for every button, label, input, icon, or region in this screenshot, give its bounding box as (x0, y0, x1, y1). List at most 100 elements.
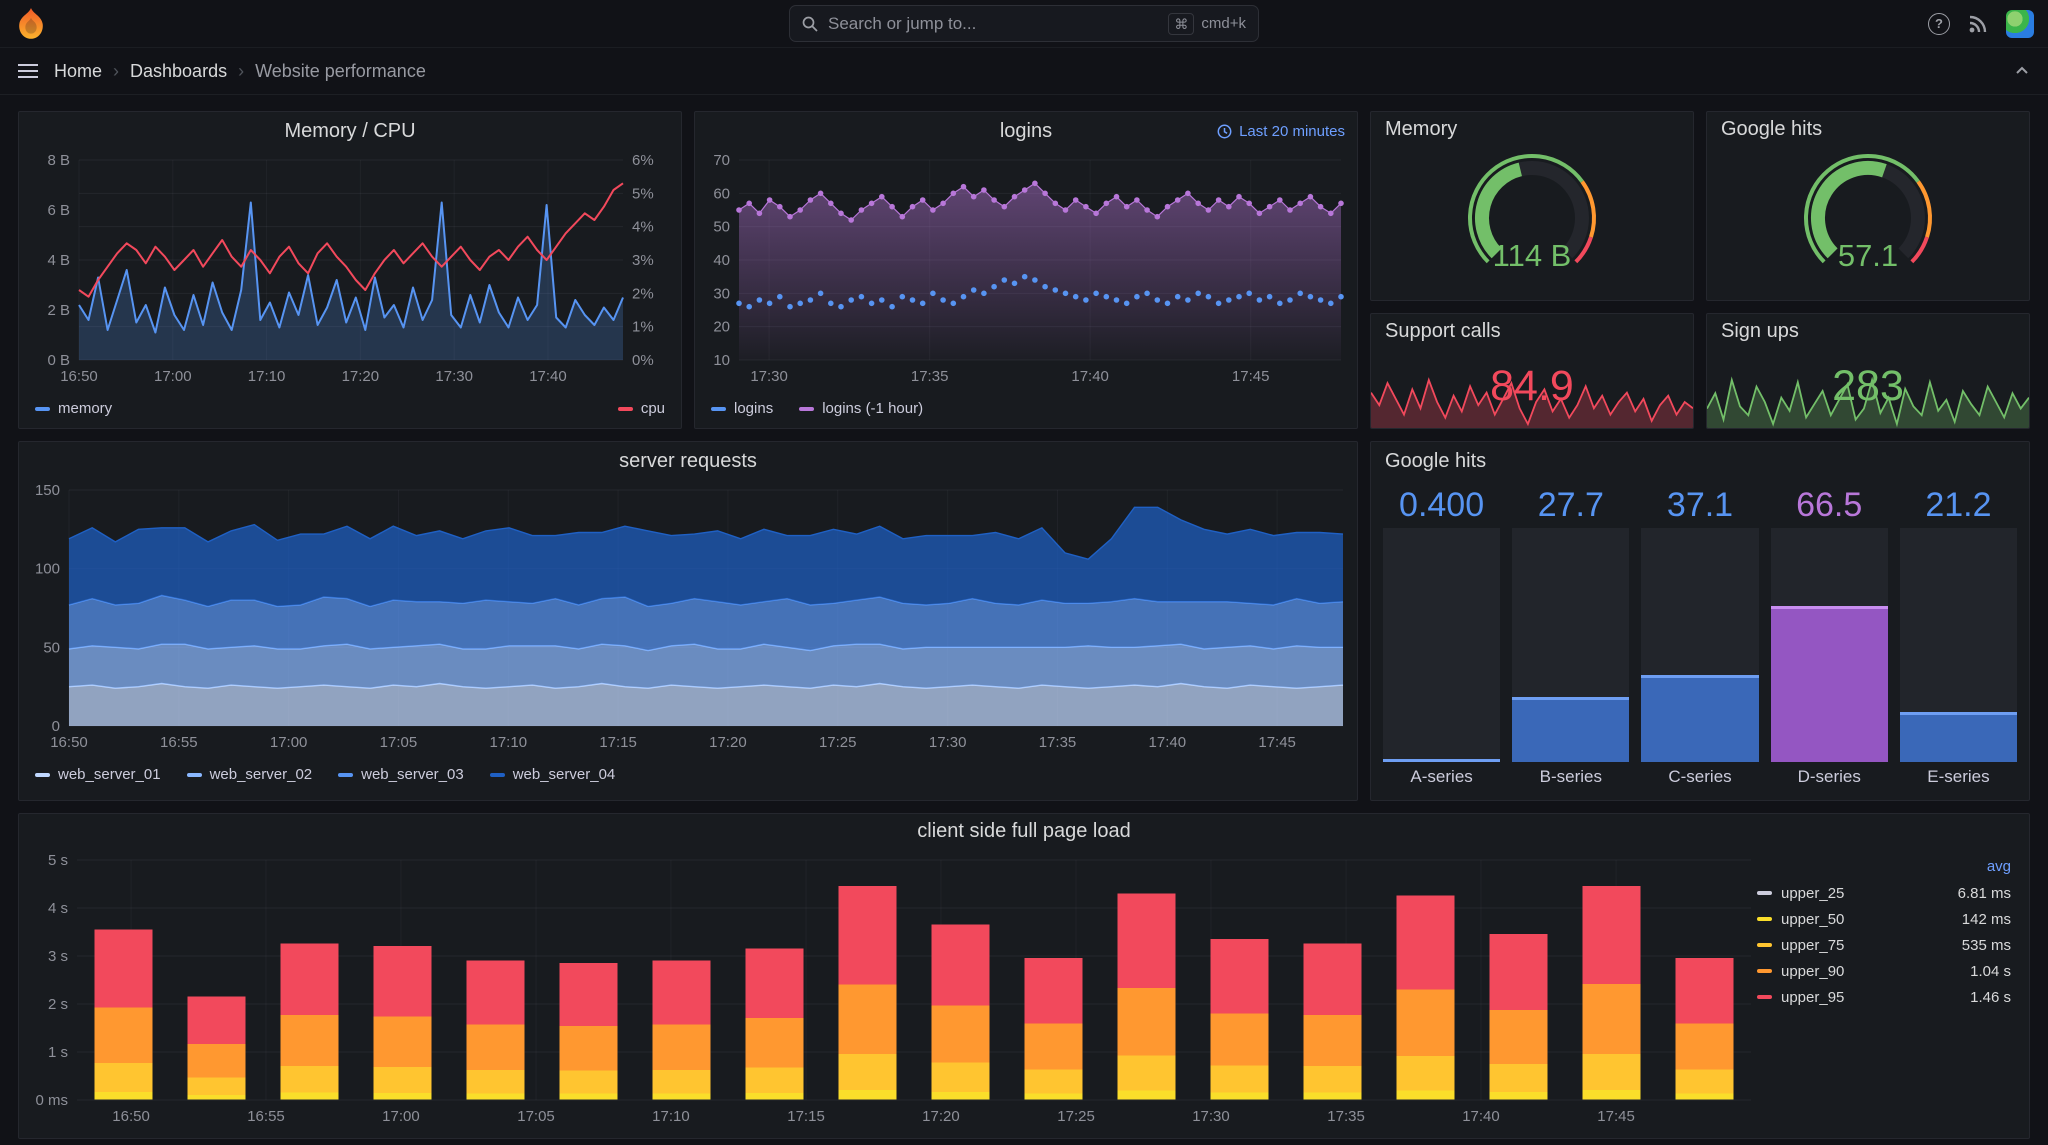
svg-text:17:30: 17:30 (750, 368, 788, 385)
rss-icon[interactable] (1968, 14, 1988, 34)
legend-item-upper_75[interactable]: upper_75 535 ms (1757, 932, 2011, 958)
svg-text:17:05: 17:05 (380, 734, 418, 751)
svg-text:17:35: 17:35 (911, 368, 949, 385)
bar-gauge-e-series[interactable]: 21.2E-series (1900, 482, 2017, 792)
breadcrumb-dashboards[interactable]: Dashboards (130, 61, 227, 82)
logins-legend: logins logins (-1 hour) (695, 390, 1357, 426)
legend-series-name: upper_75 (1781, 937, 1844, 954)
legend-item-upper_95[interactable]: upper_951.46 s (1757, 984, 2011, 1010)
panel-title-support-calls[interactable]: Support calls (1385, 320, 1501, 343)
legend-swatch (35, 407, 50, 411)
bar-gauge-a-series[interactable]: 0.400A-series (1383, 482, 1500, 792)
legend-item-upper_50[interactable]: upper_50142 ms (1757, 906, 2011, 932)
menu-toggle-icon[interactable] (18, 64, 38, 78)
bar-gauge-label: A-series (1383, 762, 1500, 792)
memory-cpu-chart[interactable]: 16:5017:0017:1017:2017:3017:400 B2 B4 B6… (19, 150, 681, 390)
bar-gauge-label: D-series (1771, 762, 1888, 792)
breadcrumb-separator: › (113, 61, 119, 82)
caret-up-icon[interactable] (2014, 63, 2030, 79)
grafana-logo[interactable] (14, 6, 48, 42)
panel-title-server-requests[interactable]: server requests (619, 450, 757, 473)
svg-text:150: 150 (35, 482, 60, 499)
bar-gauge-value: 27.7 (1512, 482, 1629, 528)
bar-gauge-d-series[interactable]: 66.5 D-series (1771, 482, 1888, 792)
panel-title-google-hits-bars[interactable]: Google hits (1385, 450, 1486, 473)
legend-swatch (1757, 891, 1772, 895)
legend-swatch (1757, 943, 1772, 947)
legend-item-upper_90[interactable]: upper_901.04 s (1757, 958, 2011, 984)
svg-text:20: 20 (713, 319, 730, 336)
svg-text:17:45: 17:45 (1258, 734, 1296, 751)
bar-gauge-value: 37.1 (1641, 482, 1758, 528)
svg-text:70: 70 (713, 152, 730, 169)
legend-swatch (490, 773, 505, 777)
panel-memory-gauge: Memory 114 B (1370, 111, 1694, 301)
svg-text:60: 60 (713, 185, 730, 202)
legend-item-web-server-02[interactable]: web_server_02 (187, 766, 313, 783)
svg-text:17:30: 17:30 (435, 368, 473, 385)
svg-text:4 s: 4 s (48, 900, 68, 917)
svg-text:0 B: 0 B (47, 352, 70, 369)
svg-text:10: 10 (713, 352, 730, 369)
legend-swatch (1757, 969, 1772, 973)
legend-swatch (1757, 917, 1772, 921)
grafana-flame-icon (16, 8, 46, 40)
svg-text:3%: 3% (632, 252, 654, 269)
svg-text:17:30: 17:30 (1192, 1108, 1230, 1125)
google-hits-bar-gauge: 0.400A-series27.7B-series37.1C-series66.… (1371, 480, 2029, 800)
svg-text:16:55: 16:55 (247, 1108, 285, 1125)
panel-title-google-hits[interactable]: Google hits (1721, 118, 1822, 141)
legend-item-web-server-01[interactable]: web_server_01 (35, 766, 161, 783)
svg-text:17:35: 17:35 (1327, 1108, 1365, 1125)
panel-title-logins[interactable]: logins (1000, 120, 1052, 143)
svg-text:0%: 0% (632, 352, 654, 369)
legend-item-web-server-04[interactable]: web_server_04 (490, 766, 616, 783)
breadcrumb-home[interactable]: Home (54, 61, 102, 82)
command-key-icon: ⌘ (1168, 13, 1194, 35)
svg-text:30: 30 (713, 285, 730, 302)
bar-gauge-b-series[interactable]: 27.7B-series (1512, 482, 1629, 792)
panel-title-client-load[interactable]: client side full page load (917, 820, 1130, 843)
legend-item-memory[interactable]: memory (35, 400, 112, 417)
panel-title-memory-cpu[interactable]: Memory / CPU (284, 120, 415, 143)
server-requests-chart[interactable]: 16:5016:5517:0017:0517:1017:1517:2017:25… (19, 480, 1357, 756)
svg-text:17:15: 17:15 (787, 1108, 825, 1125)
user-avatar[interactable] (2006, 10, 2034, 38)
shortcut-label: cmd+k (1201, 15, 1246, 32)
svg-text:2 s: 2 s (48, 996, 68, 1013)
legend-item-web-server-03[interactable]: web_server_03 (338, 766, 464, 783)
legend-item-upper_25[interactable]: upper_256.81 ms (1757, 880, 2011, 906)
bar-gauge-track (1771, 528, 1888, 762)
bar-gauge-c-series[interactable]: 37.1C-series (1641, 482, 1758, 792)
svg-text:6 B: 6 B (47, 202, 70, 219)
logins-chart[interactable]: 17:3017:3517:4017:4510203040506070 (695, 150, 1357, 390)
panel-title-memory[interactable]: Memory (1385, 118, 1457, 141)
svg-text:4 B: 4 B (47, 252, 70, 269)
panel-title-sign-ups[interactable]: Sign ups (1721, 320, 1799, 343)
svg-text:50: 50 (43, 639, 60, 656)
legend-avg-value: 535 ms (1962, 937, 2011, 954)
bar-gauge-fill (1383, 759, 1500, 762)
top-bar: Search or jump to... ⌘ cmd+k ? (0, 0, 2048, 48)
legend-swatch (711, 407, 726, 411)
svg-text:16:55: 16:55 (160, 734, 198, 751)
help-icon[interactable]: ? (1928, 13, 1950, 35)
panel-sign-ups: Sign ups 283 (1706, 313, 2030, 429)
svg-text:17:40: 17:40 (1149, 734, 1187, 751)
svg-text:50: 50 (713, 219, 730, 236)
legend-series-name: upper_50 (1781, 911, 1844, 928)
svg-text:16:50: 16:50 (112, 1108, 150, 1125)
legend-item-cpu[interactable]: cpu (618, 400, 665, 417)
svg-text:6%: 6% (632, 152, 654, 169)
search-input[interactable]: Search or jump to... ⌘ cmd+k (789, 5, 1259, 42)
bar-gauge-value: 66.5 (1771, 482, 1888, 528)
time-range-label: Last 20 minutes (1239, 123, 1345, 140)
svg-text:0: 0 (52, 718, 60, 735)
legend-item-logins-1-hour-[interactable]: logins (-1 hour) (799, 400, 923, 417)
legend-item-logins[interactable]: logins (711, 400, 773, 417)
bar-gauge-fill (1900, 712, 2017, 762)
client-load-chart[interactable]: 16:5016:5517:0017:0517:1017:1517:2017:25… (19, 848, 1757, 1138)
panel-support-calls: Support calls 84.9 (1370, 313, 1694, 429)
panel-time-range[interactable]: Last 20 minutes (1217, 112, 1345, 150)
sign-ups-value: 283 (1707, 348, 2029, 424)
